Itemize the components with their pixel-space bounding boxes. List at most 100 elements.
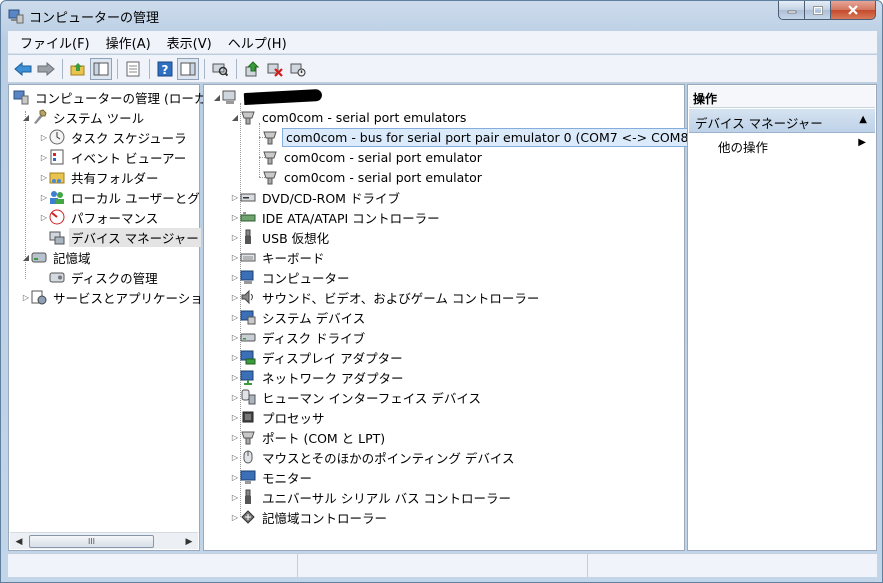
help-button[interactable]: ? — [154, 58, 176, 80]
collapsed-arrow-icon[interactable]: ▷ — [230, 292, 240, 302]
device-category-usb[interactable]: ▷ USB 仮想化 — [230, 227, 331, 247]
device-item-com0com-port-a[interactable]: com0com - serial port emulator — [262, 147, 484, 167]
close-button[interactable] — [831, 1, 876, 20]
tree-node-computer-management[interactable]: コンピューターの管理 (ローカ — [13, 87, 208, 107]
device-category-port[interactable]: ▷ ポート (COM と LPT) — [230, 427, 387, 447]
collapse-caret-icon[interactable]: ▲ — [859, 114, 867, 125]
device-category-processor[interactable]: ▷ プロセッサ — [230, 407, 327, 427]
expanded-arrow-icon[interactable]: ◢ — [230, 112, 240, 122]
menu-action[interactable]: 操作(A) — [98, 30, 159, 55]
collapsed-arrow-icon[interactable]: ▷ — [230, 252, 240, 262]
device-item-com0com-bus[interactable]: com0com - bus for serial port pair emula… — [262, 127, 698, 147]
device-category-sound[interactable]: ▷ サウンド、ビデオ、およびゲーム コントローラー — [230, 287, 541, 307]
tree-node-shared-folders[interactable]: ▷ 共有フォルダー — [39, 167, 161, 187]
collapsed-arrow-icon[interactable]: ▷ — [230, 412, 240, 422]
device-category-network-adapter[interactable]: ▷ ネットワーク アダプター — [230, 367, 405, 387]
device-category-monitor[interactable]: ▷ モニター — [230, 467, 314, 487]
device-category-storage-controller[interactable]: ▷ 記憶域コントローラー — [230, 507, 389, 527]
uninstall-icon — [267, 63, 283, 77]
collapsed-arrow-icon[interactable]: ▷ — [21, 292, 31, 302]
export-list-button[interactable] — [122, 58, 144, 80]
collapsed-arrow-icon[interactable]: ▷ — [230, 332, 240, 342]
disable-device-button[interactable] — [287, 58, 309, 80]
show-hide-tree-button[interactable] — [90, 57, 112, 80]
uninstall-button[interactable] — [264, 58, 286, 80]
up-level-button[interactable] — [67, 58, 89, 80]
collapsed-arrow-icon[interactable]: ▷ — [230, 492, 240, 502]
forward-button[interactable] — [35, 58, 57, 80]
tree-node-device-manager[interactable]: デバイス マネージャー — [49, 227, 201, 247]
device-tree-root[interactable]: ◢ — [212, 87, 323, 107]
collapsed-arrow-icon[interactable]: ▷ — [39, 212, 49, 222]
tree-node-disk-management[interactable]: ディスクの管理 — [49, 267, 160, 287]
collapsed-arrow-icon[interactable]: ▷ — [39, 132, 49, 142]
minimize-button[interactable] — [778, 1, 805, 20]
expanded-arrow-icon[interactable]: ◢ — [21, 252, 31, 262]
status-bar — [8, 553, 877, 577]
collapsed-arrow-icon[interactable]: ▷ — [39, 192, 49, 202]
maximize-button[interactable] — [805, 1, 831, 20]
submenu-arrow-icon[interactable]: ▶ — [858, 137, 866, 148]
device-category-hid[interactable]: ▷ ヒューマン インターフェイス デバイス — [230, 387, 483, 407]
collapsed-arrow-icon[interactable]: ▷ — [230, 372, 240, 382]
collapsed-arrow-icon[interactable]: ▷ — [39, 172, 49, 182]
device-category-system-device[interactable]: ▷ システム デバイス — [230, 307, 367, 327]
tree-node-local-users[interactable]: ▷ ローカル ユーザーとグ — [39, 187, 202, 207]
minimize-icon — [787, 10, 796, 14]
svg-text:?: ? — [162, 63, 169, 77]
show-action-pane-button[interactable] — [177, 57, 199, 80]
update-driver-button[interactable] — [241, 58, 263, 80]
collapsed-arrow-icon[interactable]: ▷ — [230, 472, 240, 482]
actions-section-device-manager[interactable]: デバイス マネージャー ▲ — [689, 109, 875, 133]
menu-view[interactable]: 表示(V) — [159, 30, 220, 55]
collapsed-arrow-icon[interactable]: ▷ — [39, 152, 49, 162]
tree-node-event-viewer[interactable]: ▷ イベント ビューアー — [39, 147, 188, 167]
title-bar[interactable]: コンピューターの管理 — [1, 1, 882, 31]
device-category-dvd-drive[interactable]: ▷ DVD/CD-ROM ドライブ — [230, 187, 402, 207]
more-actions-item[interactable]: 他の操作 — [718, 137, 768, 156]
scroll-right-icon[interactable]: ▶ — [182, 535, 196, 548]
device-category-label: プロセッサ — [262, 410, 325, 426]
toolbar-separator — [236, 58, 237, 79]
menu-file[interactable]: ファイル(F) — [12, 30, 98, 55]
collapsed-arrow-icon[interactable]: ▷ — [230, 272, 240, 282]
device-category-keyboard[interactable]: ▷ キーボード — [230, 247, 327, 267]
device-category-disk-drive[interactable]: ▷ ディスク ドライブ — [230, 327, 367, 347]
collapsed-arrow-icon[interactable]: ▷ — [230, 212, 240, 222]
device-category-ide-controller[interactable]: ▷ IDE ATA/ATAPI コントローラー — [230, 207, 442, 227]
collapsed-arrow-icon[interactable]: ▷ — [230, 312, 240, 322]
device-category-label: com0com - serial port emulators — [262, 109, 467, 125]
horizontal-scrollbar[interactable]: ◀ III ▶ — [10, 532, 198, 549]
device-tree-pane[interactable]: ◢ ◢ com0com - serial port emulators com0… — [203, 84, 698, 551]
scroll-left-icon[interactable]: ◀ — [12, 535, 26, 548]
scan-hardware-button[interactable] — [209, 58, 231, 80]
scroll-thumb[interactable]: III — [29, 535, 154, 548]
menu-help[interactable]: ヘルプ(H) — [220, 30, 295, 55]
tree-node-storage[interactable]: ◢ 記憶域 — [21, 247, 93, 267]
monitor-icon — [240, 469, 256, 485]
device-category-mouse[interactable]: ▷ マウスとそのほかのポインティング デバイス — [230, 447, 516, 467]
device-category-computer[interactable]: ▷ コンピューター — [230, 267, 352, 287]
console-tree-pane[interactable]: コンピューターの管理 (ローカ ◢ システム ツール ▷ タスク スケジューラ … — [8, 84, 206, 551]
device-category-com0com[interactable]: ◢ com0com - serial port emulators — [230, 107, 468, 127]
device-category-label: ディスプレイ アダプター — [262, 350, 403, 366]
tree-node-system-tools[interactable]: ◢ システム ツール — [21, 107, 146, 127]
back-button[interactable] — [12, 58, 34, 80]
device-category-usb-controller[interactable]: ▷ ユニバーサル シリアル バス コントローラー — [230, 487, 513, 507]
collapsed-arrow-icon[interactable]: ▷ — [230, 512, 240, 522]
collapsed-arrow-icon[interactable]: ▷ — [230, 192, 240, 202]
collapsed-arrow-icon[interactable]: ▷ — [230, 432, 240, 442]
collapsed-arrow-icon[interactable]: ▷ — [230, 452, 240, 462]
mouse-icon — [240, 449, 256, 465]
collapsed-arrow-icon[interactable]: ▷ — [230, 352, 240, 362]
tree-node-performance[interactable]: ▷ パフォーマンス — [39, 207, 160, 227]
expanded-arrow-icon[interactable]: ◢ — [21, 112, 31, 122]
collapsed-arrow-icon[interactable]: ▷ — [230, 232, 240, 242]
collapsed-arrow-icon[interactable]: ▷ — [230, 392, 240, 402]
disk-drive-icon — [240, 329, 256, 345]
device-item-com0com-port-b[interactable]: com0com - serial port emulator — [262, 167, 484, 187]
tree-node-task-scheduler[interactable]: ▷ タスク スケジューラ — [39, 127, 189, 147]
device-category-display-adapter[interactable]: ▷ ディスプレイ アダプター — [230, 347, 405, 367]
tree-node-services-apps[interactable]: ▷ サービスとアプリケーショ — [21, 287, 205, 307]
expanded-arrow-icon[interactable]: ◢ — [212, 92, 222, 102]
